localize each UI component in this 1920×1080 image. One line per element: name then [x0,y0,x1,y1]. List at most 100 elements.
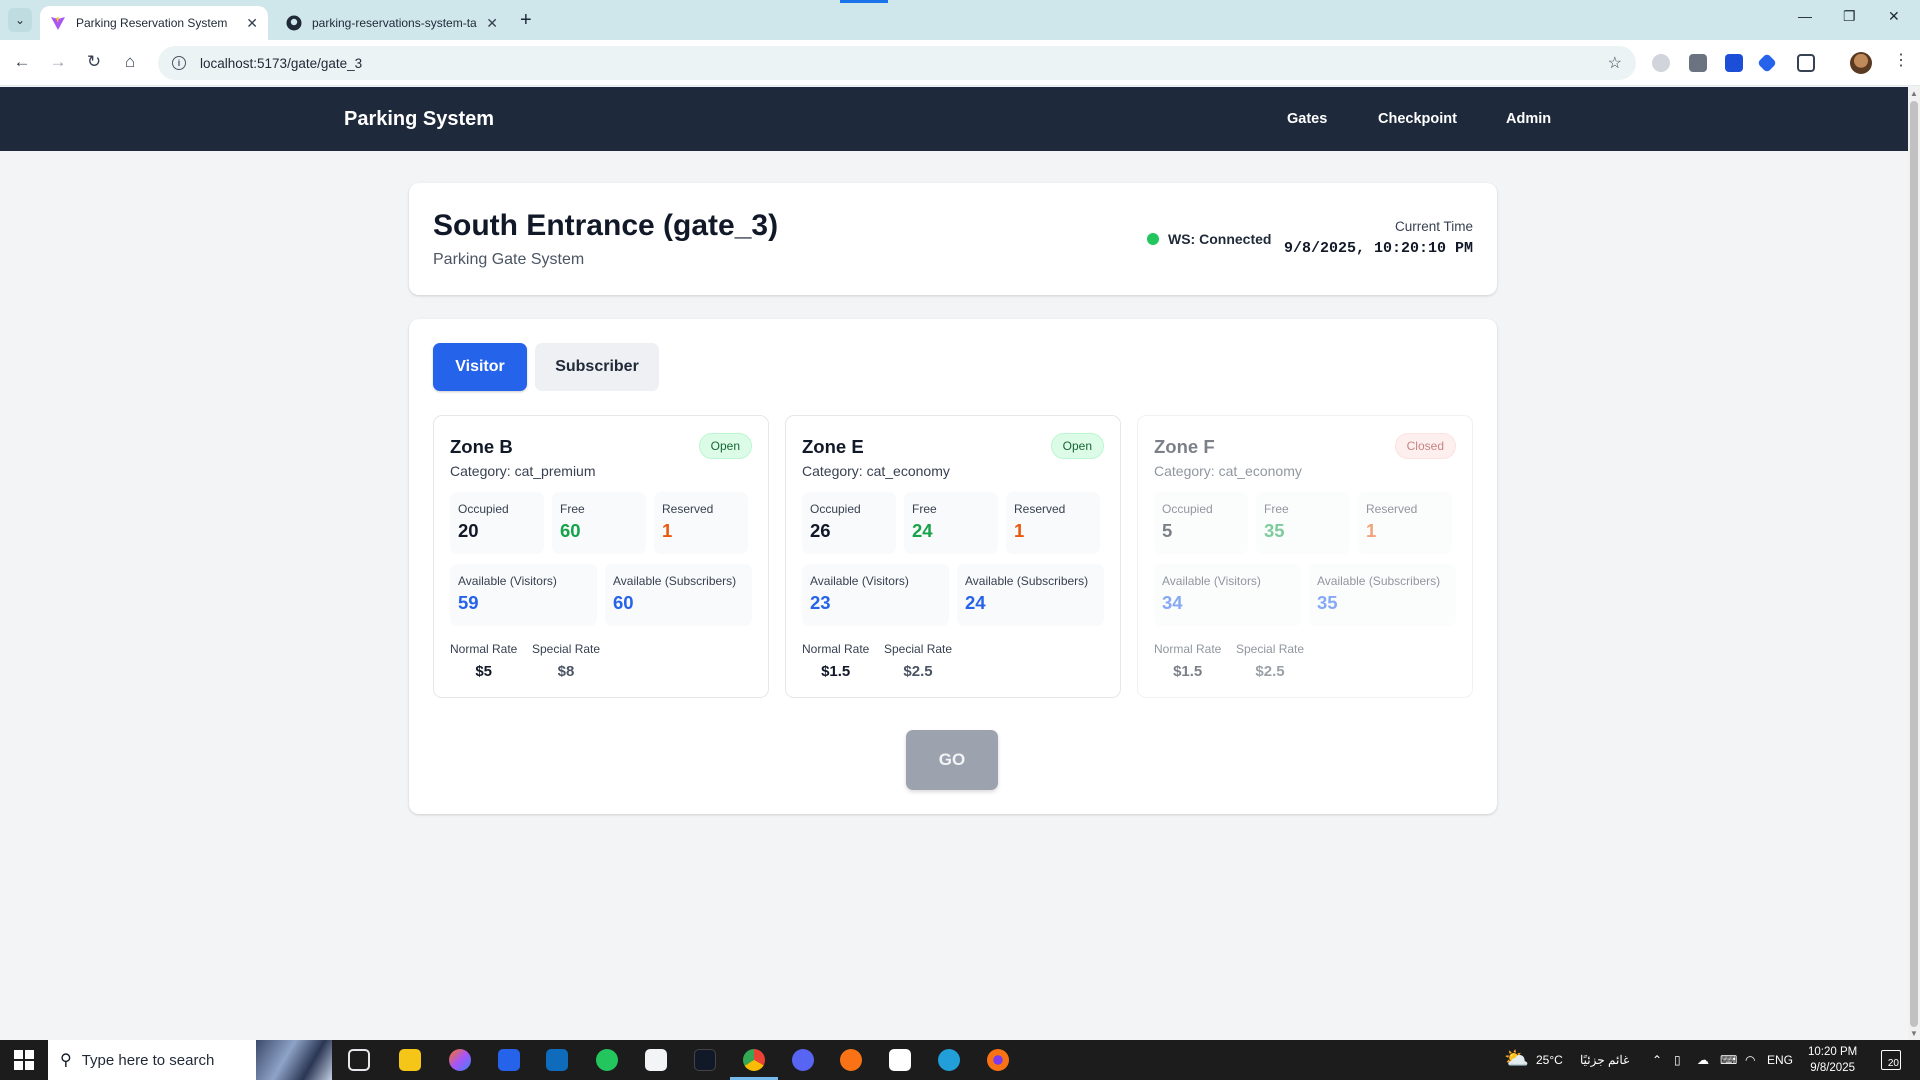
minimize-icon[interactable]: — [1798,8,1812,24]
back-icon[interactable]: ← [10,52,34,72]
special-rate: Special Rate $2.5 [1236,642,1304,680]
zone-card-f[interactable]: Zone F Category: cat_economy Closed Occu… [1137,415,1473,698]
tab-search-icon[interactable]: ⌄ [8,8,32,32]
zone-name: Zone F [1154,436,1215,457]
file-explorer-icon[interactable] [399,1049,421,1071]
free-value: 60 [560,520,581,541]
normal-rate-label: Normal Rate [802,642,870,656]
zone-card-b[interactable]: Zone B Category: cat_premium Open Occupi… [433,415,769,698]
special-rate: Special Rate $8 [532,642,600,680]
wifi-icon[interactable]: ◠ [1745,1053,1755,1067]
copilot-icon[interactable] [449,1049,471,1071]
available-visitors-value: 34 [1162,592,1183,613]
free-stat: Free 24 [904,492,998,554]
scroll-down-icon[interactable]: ▼ [1910,1029,1918,1038]
free-value: 35 [1264,520,1285,541]
tab-loading-indicator [840,0,888,3]
browser-tab-active[interactable]: Parking Reservation System ✕ [40,6,268,40]
close-window-icon[interactable]: ✕ [1888,8,1900,25]
occupied-value: 5 [1162,520,1173,541]
browser-toolbar: ← → ↻ ⌂ i localhost:5173/gate/gate_3 ☆ [0,40,1920,86]
tab-visitor[interactable]: Visitor [433,343,527,391]
normal-rate-value: $5 [475,663,493,680]
occupied-stat: Occupied 26 [802,492,896,554]
writing-app-icon[interactable] [645,1049,667,1071]
language-bar-icon[interactable]: ⌨ [1720,1053,1737,1067]
nav-link-gates[interactable]: Gates [1287,111,1327,127]
task-view-icon[interactable] [348,1049,370,1071]
available-subscribers-stat: Available (Subscribers) 60 [605,564,752,626]
normal-rate-label: Normal Rate [450,642,518,656]
tag-extension-icon[interactable] [1757,53,1777,73]
whatsapp-icon[interactable] [596,1049,618,1071]
home-icon[interactable]: ⌂ [118,52,142,72]
restore-icon[interactable]: ❐ [1843,8,1856,25]
browser-menu-icon[interactable]: ⋮ [1893,50,1909,70]
nav-link-checkpoint[interactable]: Checkpoint [1378,111,1457,127]
scroll-up-icon[interactable]: ▲ [1910,89,1918,98]
windows-start-icon[interactable] [14,1050,34,1070]
outlook-icon[interactable] [546,1049,568,1071]
zone-status-badge: Open [698,433,752,459]
onedrive-icon[interactable]: ☁ [1697,1053,1709,1067]
normal-rate: Normal Rate $5 [450,642,517,680]
new-tab-icon[interactable]: + [520,8,532,32]
devtools-extension-icon[interactable] [1689,54,1707,72]
postman-icon[interactable] [840,1049,862,1071]
reserved-label: Reserved [662,502,714,516]
scrollbar-thumb[interactable] [1910,101,1918,1027]
gate-main-card: Visitor Subscriber Zone B Category: cat_… [409,319,1497,814]
typora-icon[interactable] [889,1049,911,1071]
special-rate-value: $8 [557,663,575,680]
reload-icon[interactable]: ↻ [82,52,106,72]
reserved-stat: Reserved 1 [1358,492,1452,554]
go-button[interactable]: GO [906,730,998,790]
available-subscribers-value: 60 [613,592,634,613]
zone-card-e[interactable]: Zone E Category: cat_economy Open Occupi… [785,415,1121,698]
chrome-icon[interactable] [743,1049,765,1071]
available-visitors-stat: Available (Visitors) 59 [450,564,597,626]
address-bar[interactable]: i localhost:5173/gate/gate_3 ☆ [158,46,1636,80]
close-tab-icon[interactable]: ✕ [246,15,258,32]
notification-center-icon[interactable]: 20 [1881,1050,1901,1070]
battery-icon[interactable]: ▯ [1674,1053,1681,1067]
extension-icon[interactable] [1652,54,1670,72]
browser-tab-github[interactable]: parking-reservations-system-ta ✕ [276,6,508,40]
clock-time: 10:20 PM [1808,1046,1858,1058]
available-visitors-label: Available (Visitors) [810,574,909,588]
weather-text[interactable]: غائم جزئيًا [1580,1053,1629,1067]
profile-avatar[interactable] [1850,52,1872,74]
extensions-puzzle-icon[interactable] [1797,54,1815,72]
taskbar-clock[interactable]: 10:20 PM 9/8/2025 [1808,1044,1857,1076]
page-scrollbar[interactable]: ▲ ▼ [1908,87,1920,1040]
weather-icon[interactable]: ⛅ [1504,1046,1529,1071]
forward-icon[interactable]: → [46,52,70,72]
telegram-icon[interactable] [938,1049,960,1071]
show-hidden-icons[interactable]: ⌃ [1652,1053,1662,1067]
special-rate-label: Special Rate [1236,642,1305,656]
tab-title: Parking Reservation System [76,16,228,30]
translate-extension-icon[interactable] [1725,54,1743,72]
normal-rate-label: Normal Rate [1154,642,1222,656]
available-visitors-value: 23 [810,592,831,613]
discord-icon[interactable] [792,1049,814,1071]
terminal-app-icon[interactable] [694,1049,716,1071]
nav-link-admin[interactable]: Admin [1506,111,1551,127]
ws-status-text: WS: Connected [1168,231,1272,247]
zone-category: Category: cat_economy [802,463,950,479]
notification-count: 20 [1887,1058,1899,1069]
available-visitors-label: Available (Visitors) [458,574,557,588]
app-navbar: Parking System Gates Checkpoint Admin [0,87,1908,151]
available-subscribers-stat: Available (Subscribers) 35 [1309,564,1456,626]
special-rate: Special Rate $2.5 [884,642,952,680]
brand-logo[interactable]: Parking System [344,108,494,131]
language-indicator[interactable]: ENG [1767,1053,1793,1067]
tab-subscriber[interactable]: Subscriber [535,343,659,391]
weather-temp[interactable]: 25°C [1536,1053,1563,1067]
close-tab-icon[interactable]: ✕ [486,15,498,32]
reserved-value: 1 [1366,520,1377,541]
bookmark-star-icon[interactable]: ☆ [1608,53,1622,73]
site-info-icon[interactable]: i [172,56,186,70]
firefox-icon[interactable] [987,1049,1009,1071]
microsoft-store-icon[interactable] [498,1049,520,1071]
